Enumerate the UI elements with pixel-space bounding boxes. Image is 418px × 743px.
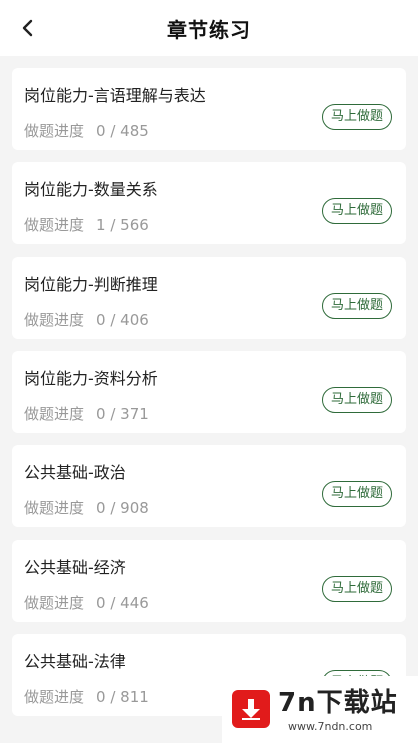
chapter-progress: 做题进度 1 / 566 xyxy=(24,214,149,235)
progress-label: 做题进度 xyxy=(24,311,85,329)
progress-value: 0 / 908 xyxy=(96,499,149,517)
chapter-title: 公共基础-经济 xyxy=(24,558,126,577)
chapter-title: 岗位能力-言语理解与表达 xyxy=(24,86,206,105)
watermark-brand: 7n下载站 xyxy=(278,688,398,718)
chapter-card[interactable]: 岗位能力-资料分析 做题进度 0 / 371 马上做题 xyxy=(12,351,406,433)
progress-value: 0 / 406 xyxy=(96,311,149,329)
chapter-progress: 做题进度 0 / 485 xyxy=(24,120,149,141)
start-practice-button[interactable]: 马上做题 xyxy=(321,576,392,602)
chapter-progress: 做题进度 0 / 406 xyxy=(24,309,149,330)
watermark-badge: 7n下载站 www.7ndn.com xyxy=(222,676,418,743)
chapter-card[interactable]: 公共基础-政治 做题进度 0 / 908 马上做题 xyxy=(12,445,406,527)
progress-label: 做题进度 xyxy=(24,688,85,706)
progress-value: 0 / 446 xyxy=(96,594,149,612)
chapter-progress: 做题进度 0 / 908 xyxy=(24,497,149,518)
chapter-progress: 做题进度 0 / 446 xyxy=(24,592,149,613)
download-arrow-icon xyxy=(232,690,270,728)
chapter-title: 岗位能力-资料分析 xyxy=(24,369,158,388)
chapter-title: 公共基础-政治 xyxy=(24,463,126,482)
progress-label: 做题进度 xyxy=(24,405,85,423)
chapter-title: 岗位能力-数量关系 xyxy=(24,180,158,199)
progress-label: 做题进度 xyxy=(24,594,85,612)
top-bar: 章节练习 xyxy=(0,0,418,56)
progress-label: 做题进度 xyxy=(24,122,85,140)
start-practice-button[interactable]: 马上做题 xyxy=(321,198,392,224)
page-title: 章节练习 xyxy=(167,17,251,42)
progress-label: 做题进度 xyxy=(24,216,85,234)
chapter-card[interactable]: 公共基础-经济 做题进度 0 / 446 马上做题 xyxy=(12,540,406,622)
chapter-card[interactable]: 岗位能力-判断推理 做题进度 0 / 406 马上做题 xyxy=(12,257,406,339)
chapter-card[interactable]: 岗位能力-数量关系 做题进度 1 / 566 马上做题 xyxy=(12,162,406,244)
start-practice-button[interactable]: 马上做题 xyxy=(321,387,392,413)
chapter-title: 岗位能力-判断推理 xyxy=(24,275,158,294)
back-button[interactable] xyxy=(14,14,42,42)
start-practice-button[interactable]: 马上做题 xyxy=(321,293,392,319)
chapter-progress: 做题进度 0 / 811 xyxy=(24,686,149,707)
watermark-url: www.7ndn.com xyxy=(288,720,373,733)
progress-value: 0 / 371 xyxy=(96,405,149,423)
chevron-left-icon xyxy=(22,19,33,37)
progress-label: 做题进度 xyxy=(24,499,85,517)
progress-value: 1 / 566 xyxy=(96,216,149,234)
chapter-title: 公共基础-法律 xyxy=(24,652,126,671)
start-practice-button[interactable]: 马上做题 xyxy=(321,481,392,507)
start-practice-button[interactable]: 马上做题 xyxy=(321,104,392,130)
progress-value: 0 / 485 xyxy=(96,122,149,140)
progress-value: 0 / 811 xyxy=(96,688,149,706)
chapter-card[interactable]: 岗位能力-言语理解与表达 做题进度 0 / 485 马上做题 xyxy=(12,68,406,150)
chapter-progress: 做题进度 0 / 371 xyxy=(24,403,149,424)
